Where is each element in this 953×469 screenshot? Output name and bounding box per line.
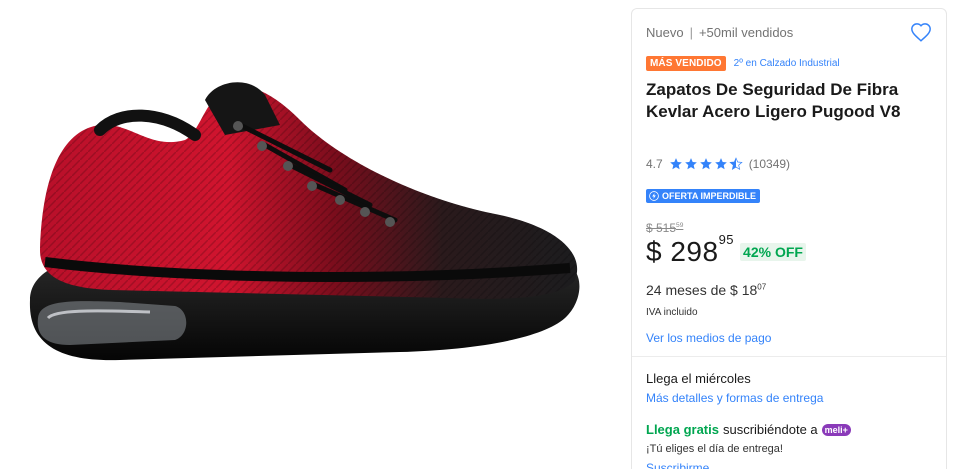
lightning-icon <box>649 191 659 201</box>
installments-cents: 07 <box>757 282 767 292</box>
best-seller-badge: MÁS VENDIDO <box>646 56 726 71</box>
installments-text: 24 meses de $ 18 <box>646 282 758 298</box>
sold-count: +50mil vendidos <box>698 25 794 40</box>
original-price-int: $ 515 <box>646 221 677 235</box>
review-count: (10349) <box>748 157 791 171</box>
condition-label: Nuevo <box>646 25 684 40</box>
star-icon <box>699 158 712 170</box>
arrival-text: Llega el miércoles <box>646 371 751 386</box>
tax-note: IVA incluido <box>646 307 698 318</box>
favorite-button[interactable] <box>910 22 932 44</box>
original-price-cents: 59 <box>676 222 684 229</box>
badges-row: MÁS VENDIDO 2º en Calzado Industrial <box>646 56 840 71</box>
meli-plus-badge: meli+ <box>821 423 851 436</box>
installments: 24 meses de $ 1807 <box>646 282 766 298</box>
deal-badge: OFERTA IMPERDIBLE <box>646 189 760 203</box>
original-price: $ 51559 <box>646 221 683 235</box>
discount-badge: 42% OFF <box>740 243 806 261</box>
deal-badge-label: OFERTA IMPERDIBLE <box>662 191 756 201</box>
choose-day-text: ¡Tú eliges el día de entrega! <box>646 443 783 455</box>
rating-value: 4.7 <box>646 157 663 171</box>
payment-methods-link[interactable]: Ver los medios de pago <box>646 331 771 345</box>
free-shipping-label: Llega gratis <box>646 422 719 437</box>
free-shipping-row: Llega gratis suscribiéndote a meli+ <box>646 422 851 437</box>
category-rank-link[interactable]: 2º en Calzado Industrial <box>734 58 840 69</box>
product-title: Zapatos De Seguridad De Fibra Kevlar Ace… <box>646 80 901 121</box>
star-icon <box>669 158 682 170</box>
current-price: $ 29895 <box>646 232 734 268</box>
current-price-int: $ 298 <box>646 236 719 267</box>
product-buy-box: Nuevo | +50mil vendidos MÁS VENDIDO 2º en … <box>631 8 947 469</box>
subscribe-link[interactable]: Suscribirme <box>646 461 709 469</box>
rating-stars <box>669 157 743 171</box>
product-image[interactable] <box>0 0 620 469</box>
rating-row[interactable]: 4.7 (10349) <box>646 157 790 171</box>
star-icon <box>684 158 697 170</box>
current-price-cents: 95 <box>718 232 735 247</box>
star-icon <box>714 158 727 170</box>
divider <box>632 356 946 357</box>
star-half-icon <box>729 157 743 170</box>
heart-icon <box>911 23 931 42</box>
price-row: $ 29895 42% OFF <box>646 232 806 268</box>
separator: | <box>689 25 693 40</box>
delivery-details-link[interactable]: Más detalles y formas de entrega <box>646 391 823 405</box>
product-subtitle: Nuevo | +50mil vendidos <box>646 25 793 40</box>
free-shipping-suffix: suscribiéndote a <box>722 422 818 437</box>
shoe-illustration <box>29 82 580 361</box>
